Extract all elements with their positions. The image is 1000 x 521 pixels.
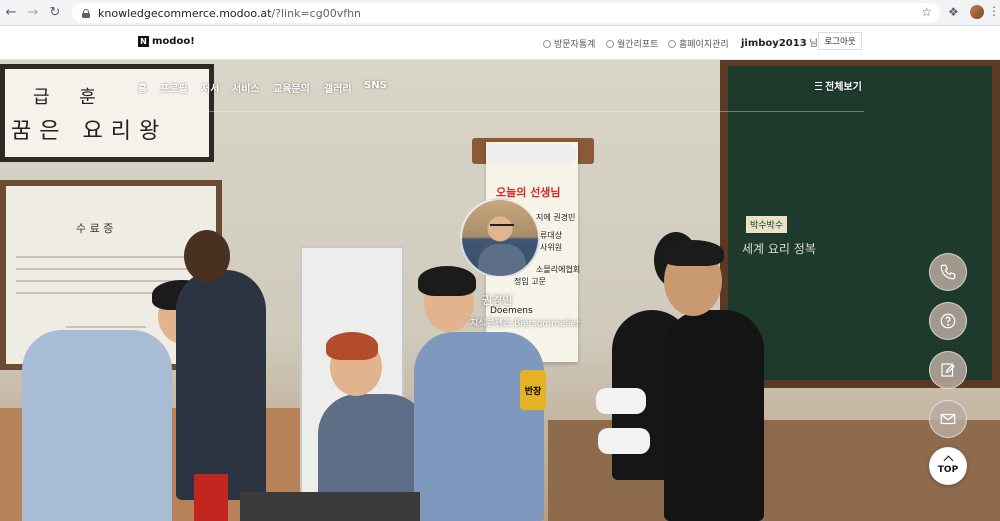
nav-gallery[interactable]: 갤러리	[324, 80, 352, 95]
logout-button[interactable]: 로그아웃	[818, 32, 862, 50]
stats-icon	[543, 39, 551, 48]
nav-sns[interactable]: SNS	[364, 80, 387, 91]
class-motto-sign: 급 훈 꿈은 요리왕	[0, 64, 214, 162]
report-icon	[606, 39, 614, 48]
mail-icon	[940, 413, 956, 425]
person-apron	[176, 270, 266, 500]
help-button[interactable]	[929, 302, 967, 340]
forward-icon[interactable]: →	[22, 2, 44, 24]
nav-education-inquiry[interactable]: 교육문의	[273, 80, 310, 95]
stove	[240, 492, 420, 521]
username: jimboy2013 님	[741, 38, 818, 49]
all-view-button[interactable]: 전체보기	[815, 78, 862, 93]
hero-banner: 급 훈 꿈은 요리왕 수 료 증 박수박수 세계 요리 정복 오늘의 선생님 지…	[0, 60, 1000, 521]
address-bar[interactable]: knowledgecommerce.modoo.at/?link=cg00vfh…	[72, 3, 940, 23]
person-sommelier	[664, 310, 764, 521]
extensions-icon[interactable]: ❖	[948, 5, 962, 19]
url-text: knowledgecommerce.modoo.at/?link=cg00vfh…	[98, 6, 362, 20]
visitor-stats-link[interactable]: 방문자통계	[543, 37, 595, 50]
edit-icon	[941, 363, 955, 377]
browser-toolbar: ← → ↻ knowledgecommerce.modoo.at/?link=c…	[0, 0, 1000, 26]
question-icon	[940, 313, 956, 329]
nav-home[interactable]: 홈	[138, 80, 147, 95]
glove	[596, 388, 646, 414]
mail-button[interactable]	[929, 400, 967, 438]
write-button[interactable]	[929, 351, 967, 389]
nav-profile[interactable]: 프로필	[160, 80, 188, 95]
site-header: N modoo! 방문자통계 월간리포트 홈페이지관리 jimboy2013 님…	[0, 26, 1000, 60]
modoo-logo[interactable]: N modoo!	[138, 36, 195, 47]
logo-mark: N	[138, 36, 149, 47]
profile-subtitle: 지식콘텐츠 Biersommelier	[470, 319, 580, 329]
phone-icon	[940, 264, 956, 280]
nav-divider	[138, 111, 864, 112]
back-icon[interactable]: ←	[0, 2, 22, 24]
person-center	[414, 332, 544, 521]
gear-icon	[668, 39, 676, 48]
profile-avatar[interactable]	[970, 5, 984, 19]
lock-icon	[82, 8, 90, 18]
red-cup	[194, 474, 228, 521]
profile-brand: Doemens	[490, 306, 533, 316]
reload-icon[interactable]: ↻	[44, 2, 66, 24]
nav-services[interactable]: 서비스	[232, 80, 260, 95]
menu-kebab-icon[interactable]: ⋮	[988, 4, 1000, 18]
phone-button[interactable]	[929, 253, 967, 291]
menu-icon	[815, 81, 822, 90]
logo-text: modoo!	[152, 36, 195, 47]
profile-photo	[460, 198, 540, 278]
captain-armband: 반장	[520, 370, 546, 410]
monthly-report-link[interactable]: 월간리포트	[606, 37, 658, 50]
glove	[598, 428, 650, 454]
nav-books[interactable]: 저서	[201, 80, 219, 95]
bookmark-star-icon[interactable]: ☆	[921, 5, 932, 19]
homepage-admin-link[interactable]: 홈페이지관리	[668, 37, 729, 50]
chevron-up-icon	[943, 455, 953, 466]
scroll-to-top-button[interactable]: TOP	[929, 447, 967, 485]
person-left	[22, 330, 172, 521]
